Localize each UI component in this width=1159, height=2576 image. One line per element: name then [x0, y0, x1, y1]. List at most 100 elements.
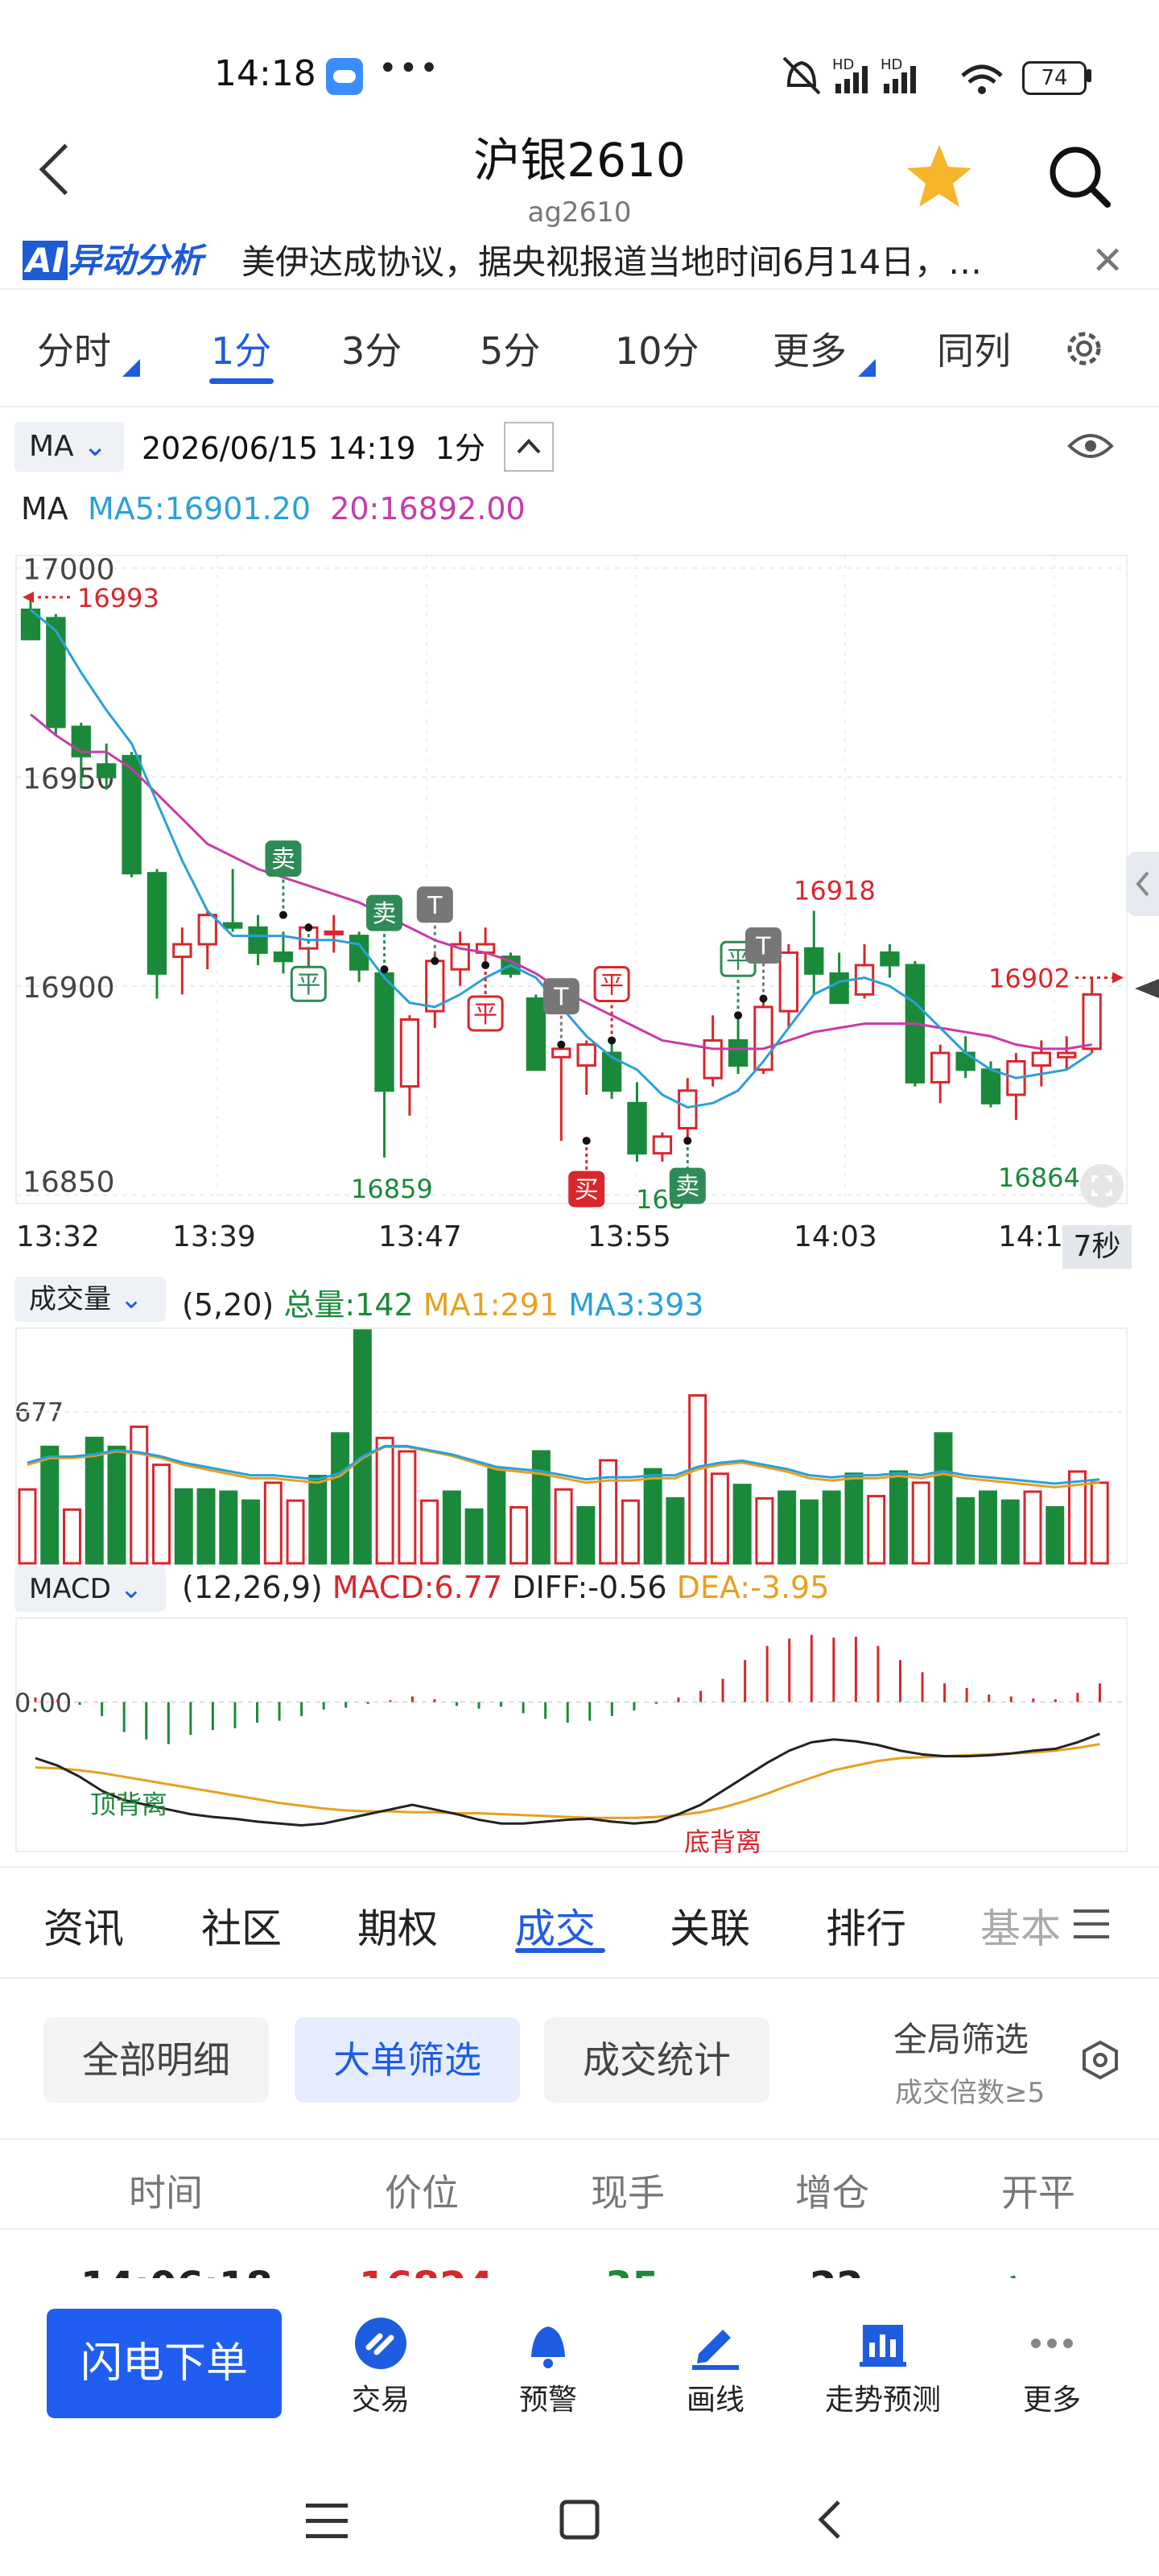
search-icon[interactable]: [1045, 142, 1114, 211]
more-button[interactable]: 更多: [984, 2315, 1120, 2418]
candle-down: [627, 1101, 647, 1155]
page-title: 沪银2610: [473, 133, 686, 188]
active-tab-indicator: [209, 378, 274, 384]
tab-same-column[interactable]: 同列: [937, 322, 1011, 375]
trade-marker-label: 卖: [373, 900, 397, 928]
divergence-bottom-label: 底背离: [684, 1827, 761, 1857]
ma-label: MA: [21, 491, 68, 526]
tab-more[interactable]: 更多: [773, 322, 847, 375]
macd-select[interactable]: MACD ⌄: [14, 1567, 166, 1612]
signal-hd-label-2: HD: [881, 56, 902, 73]
dropdown-triangle-icon: [858, 359, 876, 377]
candle-down: [804, 947, 824, 975]
indicator-select[interactable]: MA ⌄: [14, 422, 124, 472]
volume-bar-up: [152, 1463, 171, 1565]
last-price-label: 16902: [988, 964, 1070, 994]
global-filter-label[interactable]: 全局筛选: [893, 2013, 1029, 2062]
chevron-left-icon: [1136, 871, 1149, 897]
collapse-button[interactable]: [504, 422, 554, 472]
home-nav-icon[interactable]: [559, 2499, 600, 2541]
volume-bar-up: [263, 1481, 283, 1565]
y-axis-label: 16900: [23, 972, 115, 1005]
battery-tip: [1087, 69, 1091, 82]
battery-indicator: 74: [1022, 61, 1087, 95]
tab-5min[interactable]: 5分: [480, 322, 540, 375]
trade-marker-dot: [481, 960, 490, 969]
trade-stats-button[interactable]: 成交统计: [544, 2017, 769, 2103]
tab-options[interactable]: 期权: [357, 1897, 438, 1955]
candle-up: [778, 951, 799, 1013]
trend-forecast-button[interactable]: 走势预测: [815, 2315, 951, 2418]
tab-news[interactable]: 资讯: [43, 1897, 124, 1955]
volume-bar-down: [889, 1470, 908, 1565]
quick-order-button[interactable]: 闪电下单: [47, 2309, 282, 2418]
fullscreen-icon[interactable]: [1079, 1162, 1125, 1209]
candle-up: [678, 1089, 698, 1130]
candle-up: [1057, 1051, 1077, 1059]
chevron-down-icon: ⌄: [83, 430, 108, 463]
back-nav-icon[interactable]: [813, 2497, 845, 2542]
trade-marker-dot: [734, 1011, 743, 1020]
x-tick: 13:55: [588, 1220, 671, 1253]
divider: [0, 406, 1159, 407]
gear-icon[interactable]: [1061, 325, 1107, 372]
big-order-filter-button[interactable]: 大单筛选: [295, 2017, 520, 2103]
trade-marker-dot: [304, 923, 313, 932]
volume-bar-down: [978, 1490, 997, 1565]
divider: [0, 2228, 1159, 2230]
volume-bar-up: [398, 1450, 417, 1565]
news-tag: AI异动分析: [23, 233, 203, 283]
eye-icon[interactable]: [1067, 430, 1114, 462]
tab-ranking[interactable]: 排行: [826, 1897, 906, 1955]
mute-icon: [782, 56, 821, 95]
price-panel-frame: [15, 555, 1128, 1204]
all-details-button[interactable]: 全部明细: [43, 2017, 269, 2103]
draw-line-button[interactable]: 画线: [647, 2315, 784, 2418]
tab-trades[interactable]: 成交: [515, 1897, 596, 1955]
volume-bar-up: [755, 1496, 774, 1565]
favorite-star-icon[interactable]: [905, 142, 974, 211]
col-header-time: 时间: [129, 2171, 203, 2215]
volume-bar-down: [331, 1432, 350, 1565]
book-chart-icon: [860, 2325, 906, 2367]
candle-down: [601, 1051, 622, 1092]
kline-chart[interactable]: 1700016950169001685016993168591691816902…: [0, 531, 1159, 1868]
dropdown-triangle-icon: [122, 359, 140, 377]
contract-code: ag2610: [527, 196, 632, 229]
trade-button[interactable]: 交易: [312, 2315, 449, 2418]
trade-marker-label: T: [553, 984, 569, 1012]
side-drawer-tab[interactable]: [1127, 852, 1159, 916]
trade-marker-dot: [683, 1137, 692, 1146]
volume-bar-down: [196, 1488, 216, 1565]
trade-marker-label: T: [755, 933, 771, 961]
volume-bar-up: [420, 1499, 439, 1565]
news-text[interactable]: 美伊达成协议，据央视报道当地时间6月14日，…: [241, 235, 1054, 284]
alert-button[interactable]: 预警: [480, 2315, 617, 2418]
menu-nav-icon[interactable]: [306, 2504, 348, 2539]
x-tick: 13:47: [378, 1220, 462, 1253]
close-icon[interactable]: ✕: [1091, 238, 1124, 283]
volume-select[interactable]: 成交量 ⌄: [14, 1277, 166, 1322]
candle-down: [248, 926, 268, 954]
tab-related[interactable]: 关联: [670, 1897, 750, 1955]
candle-down: [222, 922, 243, 929]
candle-down: [829, 972, 849, 1005]
trade-marker-label: 平: [600, 971, 624, 999]
tab-fundamentals[interactable]: 基本: [980, 1897, 1061, 1955]
tab-timeshare[interactable]: 分时: [37, 322, 111, 375]
candle-down: [273, 951, 294, 963]
local-high-label: 16918: [794, 875, 876, 906]
tab-10min[interactable]: 10分: [615, 322, 699, 375]
volume-bar-down: [777, 1490, 797, 1565]
tab-1min[interactable]: 1分: [211, 322, 271, 375]
volume-bar-up: [18, 1488, 37, 1565]
tab-community[interactable]: 社区: [201, 1897, 282, 1955]
x-tick: 13:39: [172, 1220, 256, 1253]
volume-ma3: MA3:393: [568, 1287, 704, 1323]
volume-bar-down: [308, 1475, 328, 1565]
menu-icon[interactable]: [1074, 1909, 1109, 1938]
volume-bar-down: [442, 1490, 461, 1565]
filter-settings-icon[interactable]: [1080, 2040, 1120, 2080]
tab-3min[interactable]: 3分: [341, 322, 402, 375]
volume-bar-up: [710, 1472, 729, 1565]
